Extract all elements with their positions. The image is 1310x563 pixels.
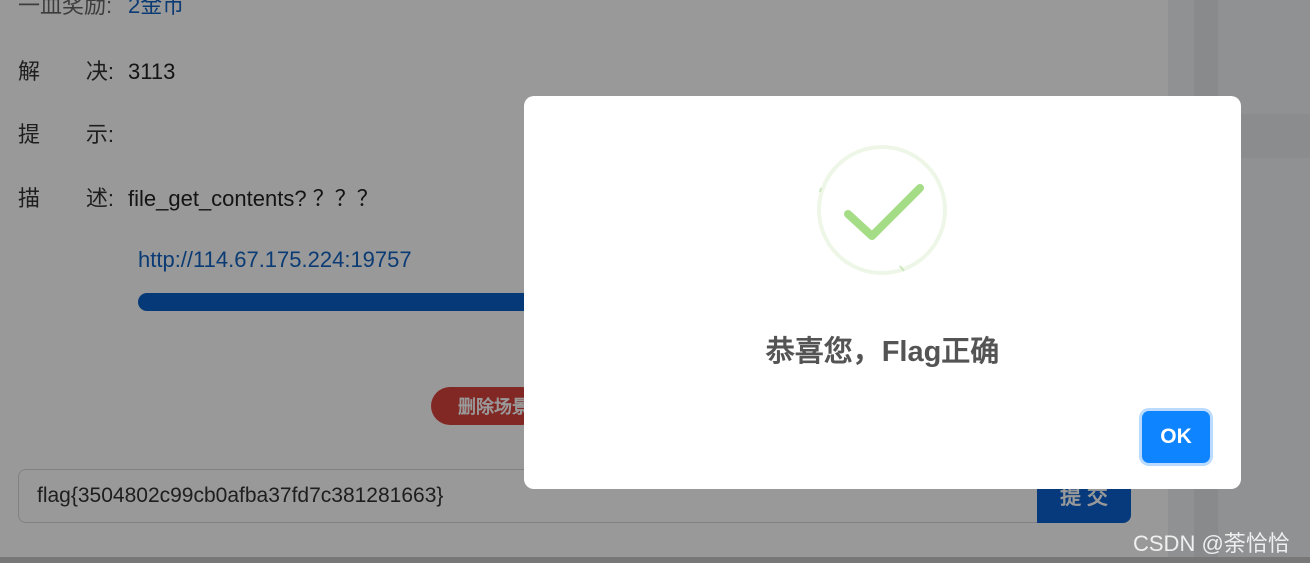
success-check-icon — [817, 145, 947, 275]
csdn-watermark: CSDN @荼恰恰 — [1133, 531, 1290, 556]
success-dialog: 恭喜您，Flag正确 OK — [524, 96, 1241, 489]
ok-button[interactable]: OK — [1142, 411, 1210, 463]
page: 一血奖励: 2金币 解决: 3113 提示: 描述: file_get_content… — [0, 0, 1310, 563]
dialog-title: 恭喜您，Flag正确 — [765, 336, 1000, 368]
